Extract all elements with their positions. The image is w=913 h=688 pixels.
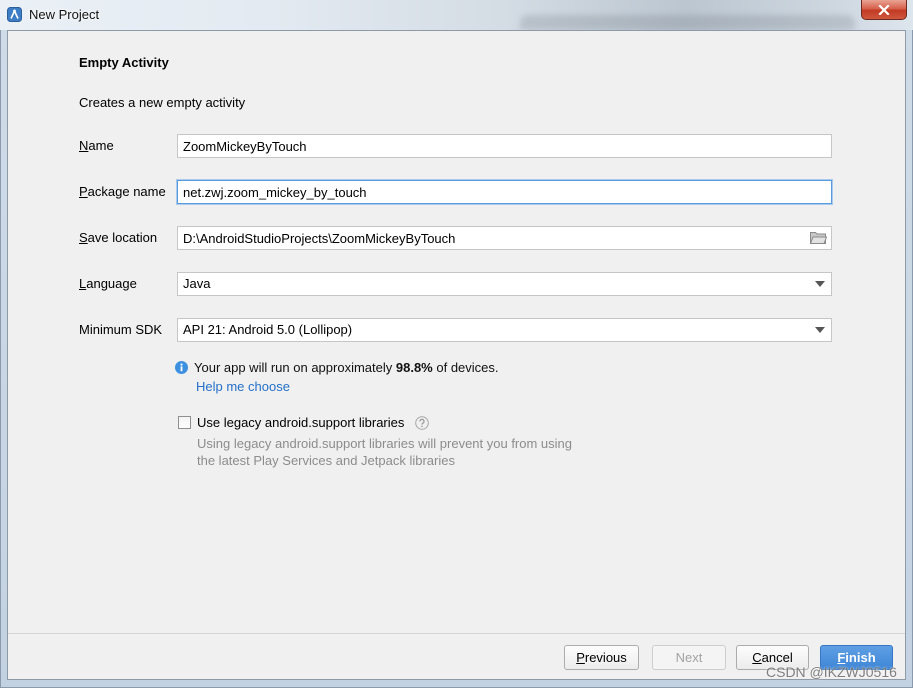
name-row: Name — [79, 134, 832, 158]
minimum-sdk-value: API 21: Android 5.0 (Lollipop) — [183, 322, 353, 337]
chevron-down-icon — [815, 281, 825, 287]
name-field — [177, 134, 832, 158]
package-name-input[interactable] — [178, 181, 831, 203]
save-location-input[interactable] — [178, 227, 831, 249]
legacy-support-checkbox[interactable] — [178, 416, 191, 429]
minimum-sdk-label: Minimum SDK — [79, 322, 163, 337]
chevron-down-icon — [815, 327, 825, 333]
browse-location-button[interactable] — [809, 231, 828, 245]
package-name-row: Package name — [79, 180, 832, 204]
package-name-label: Package name — [79, 184, 166, 199]
legacy-support-option: Use legacy android.support libraries — [178, 414, 430, 431]
save-location-label: Save location — [79, 230, 158, 245]
legacy-support-description: Using legacy android.support libraries w… — [197, 435, 572, 469]
next-button[interactable]: Next — [652, 645, 726, 670]
cancel-button-label: Cancel — [752, 650, 793, 665]
page-description: Creates a new empty activity — [79, 95, 246, 110]
save-location-row: Save location — [79, 226, 832, 250]
language-label: Language — [79, 276, 137, 291]
finish-button-label: Finish — [837, 650, 876, 665]
save-location-field — [177, 226, 832, 250]
coverage-text-before: Your app will run on approximately — [194, 360, 393, 375]
android-studio-icon — [7, 7, 22, 22]
previous-button-label: Previous — [576, 650, 627, 665]
close-button[interactable] — [861, 0, 907, 20]
folder-icon — [809, 232, 828, 244]
legacy-support-label[interactable]: Use legacy android.support libraries — [197, 415, 404, 430]
legacy-description-line: Using legacy android.support libraries w… — [197, 436, 573, 451]
question-circle-icon[interactable] — [415, 416, 430, 430]
next-button-label: Next — [675, 650, 703, 665]
language-dropdown[interactable]: Java — [177, 272, 832, 296]
window-title: New Project — [29, 7, 100, 22]
language-row: Language Java — [79, 272, 832, 296]
previous-button[interactable]: Previous — [564, 645, 639, 670]
finish-button[interactable]: Finish — [820, 645, 893, 670]
minimum-sdk-row: Minimum SDK API 21: Android 5.0 (Lollipo… — [79, 318, 832, 342]
language-value: Java — [183, 276, 211, 291]
coverage-percentage: 98.8% — [395, 360, 433, 375]
dialog-content: Empty Activity Creates a new empty activ… — [7, 30, 906, 680]
page-title: Empty Activity — [79, 55, 169, 70]
coverage-text-after: of devices. — [436, 360, 499, 375]
title-bar: New Project — [0, 0, 913, 30]
aero-glass-background — [520, 15, 855, 30]
package-name-field — [177, 180, 832, 204]
help-me-choose-link[interactable]: Help me choose — [196, 378, 290, 395]
name-label: Name — [79, 138, 114, 153]
legacy-description-line: the latest Play Services and Jetpack lib… — [197, 453, 455, 468]
sdk-coverage-info: Your app will run on approximately 98.8%… — [175, 359, 499, 376]
name-input[interactable] — [178, 135, 831, 157]
footer-divider — [8, 633, 905, 634]
minimum-sdk-dropdown[interactable]: API 21: Android 5.0 (Lollipop) — [177, 318, 832, 342]
info-icon — [175, 361, 188, 374]
cancel-button[interactable]: Cancel — [736, 645, 809, 670]
close-icon — [878, 4, 890, 15]
